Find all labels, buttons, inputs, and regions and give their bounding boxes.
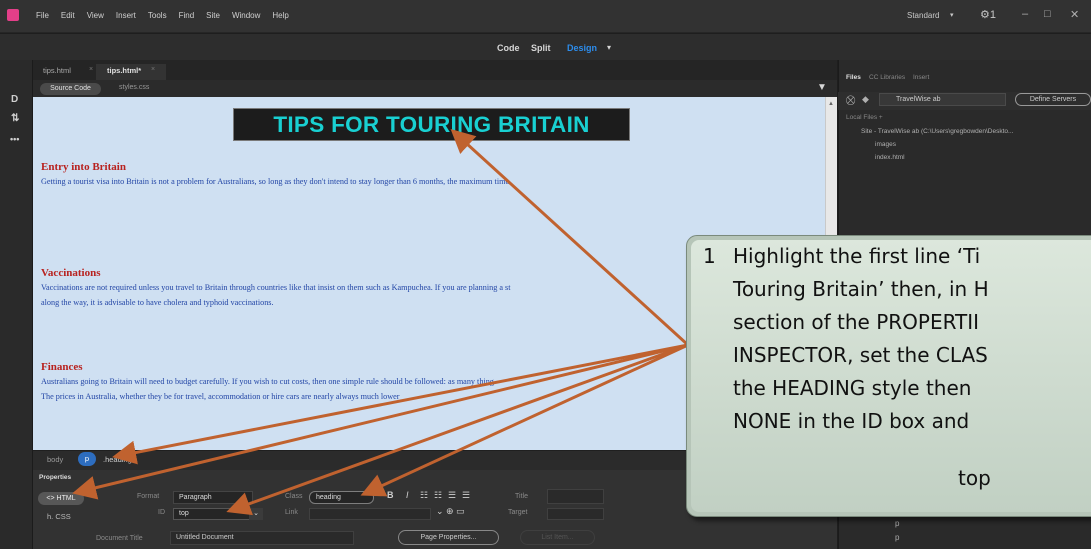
step-number: 1 [703,244,716,268]
arrow-to-html [72,343,689,500]
instruction-line: Highlight the first line ‘Ti [733,244,981,268]
arrow-to-heading [450,128,690,347]
instruction-line: the HEADING style then [733,376,972,400]
instruction-final-word: top [958,466,991,490]
instruction-line: INSPECTOR, set the CLAS [733,343,988,367]
arrow-to-id [226,343,689,516]
instruction-line: section of the PROPERTII [733,310,980,334]
arrow-to-class [360,343,689,497]
instruction-line: NONE in the ID box and [733,409,970,433]
instruction-line: Touring Britain’ then, in H [733,277,989,301]
arrow-to-tag [112,343,689,465]
